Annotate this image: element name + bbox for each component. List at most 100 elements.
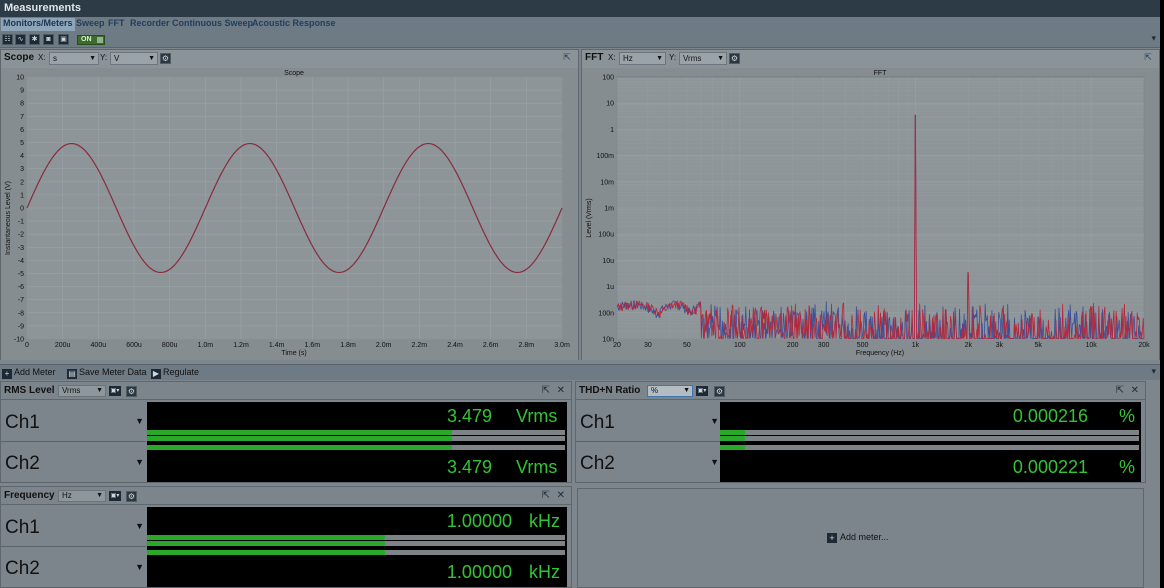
chevron-down-icon[interactable]: ▼	[135, 521, 144, 531]
chevron-down-icon[interactable]: ▼	[710, 416, 719, 426]
thdn-meter-title: THD+N Ratio	[579, 385, 641, 396]
thdn-ch2-unit: %	[1119, 457, 1136, 477]
fft-header: FFT X: Hz ▼ Y: Vrms ▼ ⚙ ⇱	[582, 50, 1159, 68]
fft-y-unit-select[interactable]: Vrms ▼	[679, 52, 727, 65]
add-meter-link[interactable]: + Add meter...	[827, 532, 889, 543]
meter-options-icon[interactable]: ▣▾	[109, 491, 121, 501]
fft-title: FFT	[585, 52, 604, 63]
chevron-down-icon: ▼	[683, 387, 690, 394]
meter-options-icon[interactable]: ▣▾	[696, 386, 708, 396]
collapse-icon[interactable]: ▾	[1151, 33, 1156, 44]
fft-x-tick-label: 30	[644, 342, 652, 349]
rms-unit-select[interactable]: Vrms ▼	[58, 385, 106, 397]
rms-ch2-label: Ch2	[5, 453, 40, 474]
fft-panel: FFT X: Hz ▼ Y: Vrms ▼ ⚙ ⇱ FFT 100 10 1 100m 10…	[581, 49, 1160, 360]
chevron-down-icon[interactable]: ▼	[135, 457, 144, 467]
chevron-down-icon[interactable]: ▼	[710, 457, 719, 467]
meter-menu-icon[interactable]: ▾	[1151, 366, 1156, 377]
chevron-down-icon[interactable]: ▼	[135, 416, 144, 426]
tab-continuous-sweep[interactable]: Continuous Sweep	[170, 18, 255, 31]
add-meter-slot[interactable]: + Add meter...	[577, 488, 1144, 588]
freq-settings-gear-icon[interactable]: ⚙	[126, 491, 137, 502]
rms-ch2-unit: Vrms	[516, 457, 558, 477]
scope-y-tick-label: -5	[18, 271, 24, 278]
freq-popout-icon[interactable]: ⇱	[542, 490, 550, 501]
tab-sweep[interactable]: Sweep	[74, 18, 107, 31]
chevron-down-icon[interactable]: ▼	[135, 562, 144, 572]
thdn-ch2-label: Ch2	[580, 453, 615, 474]
thdn-ch1-bar	[720, 430, 1139, 435]
scope-y-axis-title: Instantaneous Level (V)	[5, 181, 12, 255]
rms-close-icon[interactable]: ✕	[557, 385, 565, 396]
thdn-unit-select[interactable]: % ▼	[647, 385, 693, 397]
thdn-popout-icon[interactable]: ⇱	[1116, 385, 1124, 396]
rms-ch1-row[interactable]: Ch1 ▼	[1, 402, 146, 442]
fft-y-tick-label: 10m	[600, 179, 614, 186]
scope-x-tick-label: 400u	[91, 342, 107, 349]
fft-y-unit: Vrms	[683, 54, 702, 63]
rms-ch2-bar	[147, 445, 565, 450]
thdn-ch1-bar-secondary	[720, 436, 1139, 441]
fft-x-tick-label: 5k	[1035, 342, 1043, 349]
freq-meter-header: Frequency Hz ▼ ▣▾ ⚙ ⇱ ✕	[1, 487, 571, 505]
freq-close-icon[interactable]: ✕	[557, 490, 565, 501]
freq-ch1-row[interactable]: Ch1 ▼	[1, 507, 146, 547]
fft-x-unit-select[interactable]: Hz ▼	[619, 52, 666, 65]
thdn-ch2-bar	[720, 445, 1139, 450]
scope-y-tick-label: 6	[20, 127, 24, 134]
thdn-ch1-bar-secondary-fill	[720, 436, 746, 441]
freq-ch2-label: Ch2	[5, 558, 40, 579]
scope-x-unit: s	[53, 54, 57, 63]
scope-x-unit-select[interactable]: s ▼	[49, 52, 99, 65]
bluetooth-icon[interactable]: ✱	[29, 34, 40, 45]
tab-monitors-meters[interactable]: Monitors/Meters	[1, 18, 75, 31]
freq-ch1-bar-secondary-fill	[147, 541, 386, 546]
rms-popout-icon[interactable]: ⇱	[542, 385, 550, 396]
thdn-ch2-row[interactable]: Ch2 ▼	[576, 443, 721, 483]
fft-x-label: X:	[608, 53, 616, 62]
rms-ch1-bar	[147, 430, 565, 435]
scope-x-tick-label: 600u	[126, 342, 142, 349]
disk-icon[interactable]: ◙	[43, 34, 54, 45]
tab-acoustic-response[interactable]: Acoustic Response	[250, 18, 338, 31]
freq-ch2-unit: kHz	[529, 562, 560, 582]
fft-x-tick-label: 50	[683, 342, 691, 349]
thdn-ch2-value: 0.000221	[1012, 457, 1088, 477]
thdn-ch1-unit: %	[1119, 406, 1136, 426]
chevron-down-icon: ▼	[148, 55, 155, 62]
thdn-settings-gear-icon[interactable]: ⚙	[714, 386, 725, 397]
signal-icon[interactable]: ∿	[15, 34, 26, 45]
scope-x-tick-label: 800u	[162, 342, 178, 349]
fft-settings-gear-icon[interactable]: ⚙	[729, 53, 740, 64]
chevron-down-icon: ▼	[89, 55, 96, 62]
generator-on-toggle[interactable]: ON	[77, 35, 105, 45]
scope-y-unit-select[interactable]: V ▼	[110, 52, 158, 65]
scope-y-tick-label: -1	[18, 219, 24, 226]
tab-recorder[interactable]: Recorder	[128, 18, 172, 31]
chart-icon[interactable]: ▣	[58, 34, 69, 45]
grid-icon[interactable]: ☷	[2, 34, 13, 45]
meter-options-icon[interactable]: ▣▾	[109, 386, 121, 396]
add-meter-slot-label: Add meter...	[840, 532, 889, 542]
freq-ch2-row[interactable]: Ch2 ▼	[1, 548, 146, 588]
fft-y-tick-label: 100u	[598, 232, 614, 239]
thdn-ch1-row[interactable]: Ch1 ▼	[576, 402, 721, 442]
thdn-ch1-value: 0.000216	[1012, 406, 1088, 426]
add-meter-button[interactable]: + Add Meter	[2, 367, 56, 379]
scope-x-tick-label: 1.4m	[269, 342, 285, 349]
regulate-button[interactable]: ▶ Regulate	[151, 367, 199, 379]
chevron-down-icon: ▼	[656, 55, 663, 62]
fft-y-axis-title: Level (Vrms)	[586, 198, 593, 237]
rms-ch2-row[interactable]: Ch2 ▼	[1, 443, 146, 483]
freq-unit-select[interactable]: Hz ▼	[58, 490, 106, 502]
freq-unit: Hz	[62, 491, 72, 500]
scope-settings-gear-icon[interactable]: ⚙	[160, 53, 171, 64]
tab-fft[interactable]: FFT	[106, 18, 127, 31]
rms-settings-gear-icon[interactable]: ⚙	[126, 386, 137, 397]
toggle-knob	[97, 37, 103, 43]
save-meter-data-button[interactable]: ▤ Save Meter Data	[67, 367, 147, 379]
scope-popout-icon[interactable]: ⇱	[562, 53, 572, 63]
scope-y-tick-label: 3	[20, 166, 24, 173]
thdn-close-icon[interactable]: ✕	[1131, 385, 1139, 396]
fft-popout-icon[interactable]: ⇱	[1143, 53, 1153, 63]
